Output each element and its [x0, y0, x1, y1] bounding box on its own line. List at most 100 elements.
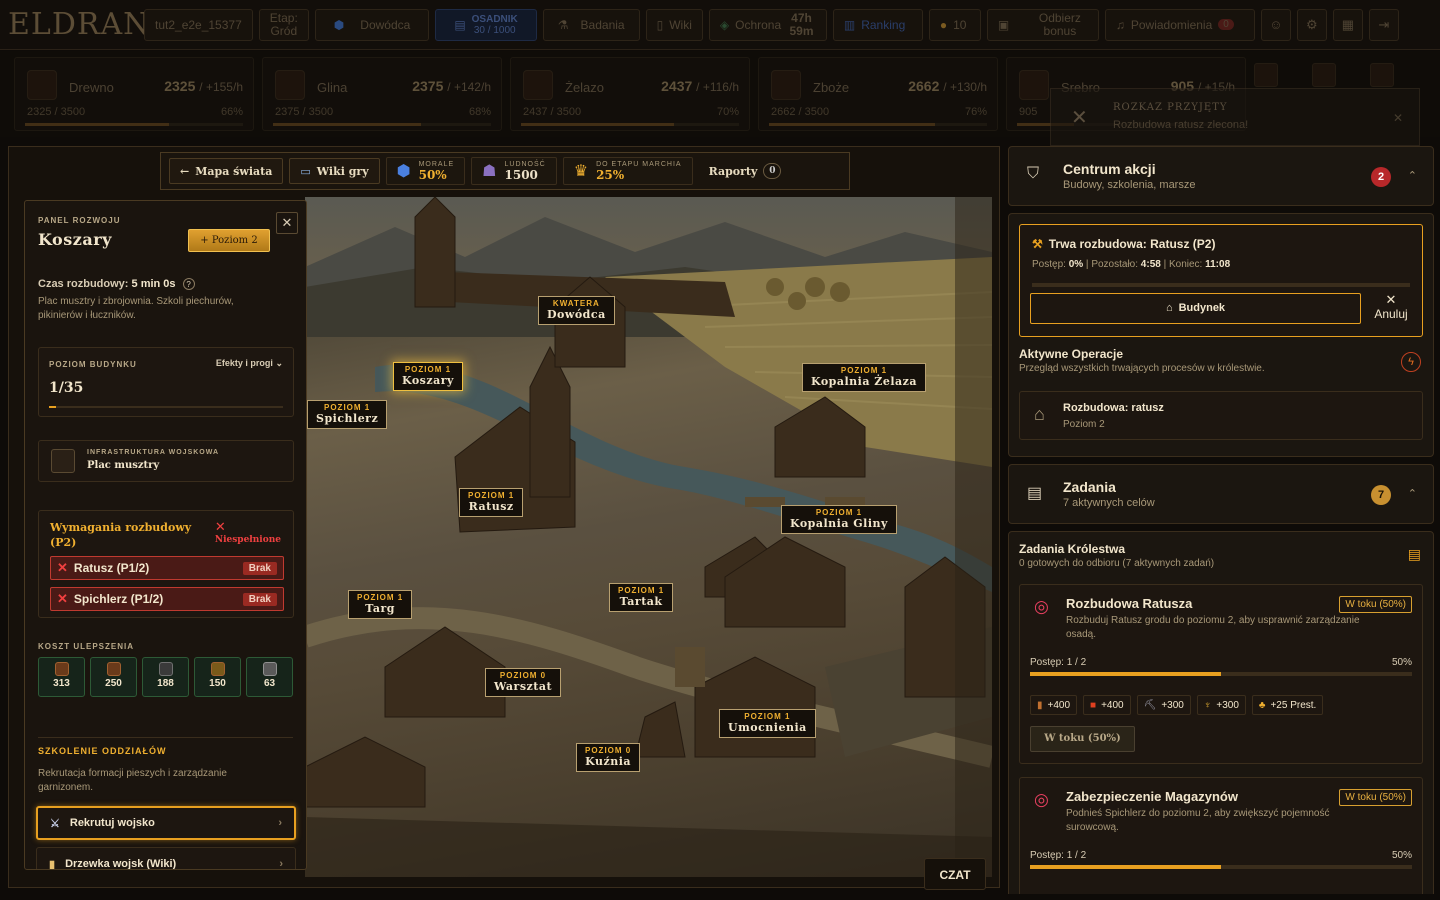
map-label-dowodca[interactable]: KWATERA Dowódca [538, 296, 615, 325]
resource-card: Zboże 2662 / +130/h 2662 / 3500 76% [758, 57, 998, 131]
unit-icon [1370, 63, 1394, 87]
map-label-warsztat[interactable]: POZIOM 0 Warsztat [485, 668, 562, 697]
chevron-down-icon: ⌄ [275, 358, 283, 368]
map-illustration [305, 197, 992, 877]
construction-box: ⚒ Trwa rozbudowa: Ratusz (P2) Postęp: 0% … [1019, 224, 1423, 337]
action-count: 2 [1371, 167, 1391, 187]
resource-capacity: 2375 / 3500 [275, 106, 334, 118]
notifications-button[interactable]: ♫ Powiadomienia 0 [1104, 8, 1255, 41]
chevron-up-icon: ⌃ [1407, 488, 1417, 500]
chevron-right-icon: › [278, 817, 282, 829]
requirements-box: Wymagania rozbudowy (P2) ✕ Niespełnione … [38, 510, 294, 618]
cancel-button[interactable]: ✕ Anuluj [1368, 293, 1414, 322]
gear-icon[interactable]: ⚙ [1296, 8, 1327, 41]
resource-percent: 66% [220, 106, 243, 118]
operation-item[interactable]: ⌂ Rozbudowa: ratusz Poziom 2 [1019, 391, 1423, 440]
requirement-ratusz: ✕ Ratusz (P1/2) Brak [50, 556, 284, 580]
stage-progress-stat: ♛ DO ETAPU MARCHIA 25% [562, 157, 693, 185]
active-ops-title: Aktywne Operacje [1019, 347, 1124, 361]
building-button[interactable]: ⌂ Budynek [1030, 293, 1361, 324]
gold-badge[interactable]: ● 10 [928, 8, 981, 41]
resource-icon [27, 70, 57, 100]
wiki-button[interactable]: ▯ Wiki [645, 8, 703, 41]
game-logo[interactable]: ELDRAN [8, 7, 149, 42]
map-label-kopalnia-zelaza[interactable]: POZIOM 1 Kopalnia Żelaza [802, 363, 926, 392]
resource-name: Drewno [69, 80, 114, 95]
tasks-body: Zadania Królestwa 0 gotowych do odbioru … [1008, 531, 1434, 894]
order-toast: ✕ ROZKAZ PRZYJĘTY Rozbudowa ratusz zleco… [1050, 88, 1420, 146]
resource-amount: 2437 / +116/h [661, 78, 739, 94]
map-label-kuznia[interactable]: POZIOM 0 Kuźnia [576, 743, 641, 772]
shield-check-icon: ◈ [719, 17, 730, 32]
target-icon: ◎ [1034, 790, 1049, 809]
resource-card: Glina 2375 / +142/h 2375 / 3500 68% [262, 57, 502, 131]
upgrade-level-button[interactable]: + Poziom 2 [188, 229, 270, 252]
bonus-button[interactable]: ▣ Odbierz bonus [986, 8, 1099, 41]
kingdom-tasks-title: Zadania Królestwa [1019, 542, 1126, 556]
task-item: ◎ Zabezpieczenie Magazynów W toku (50%) … [1019, 777, 1423, 894]
recruit-button[interactable]: ⚔ Rekrutuj wojsko › [36, 806, 296, 840]
commander-button[interactable]: ⬢ Dowódca [314, 8, 430, 41]
map-label-tartak[interactable]: POZIOM 1 Tartak [609, 583, 674, 612]
effects-dropdown[interactable]: Efekty i progi ⌄ [216, 358, 283, 369]
map-label-ratusz[interactable]: POZIOM 1 Ratusz [459, 488, 524, 517]
settler-badge[interactable]: ▤ OSADNIK 30 / 1000 [435, 8, 537, 41]
map-label-kopalnia-gliny[interactable]: POZIOM 1 Kopalnia Gliny [781, 505, 897, 534]
tasks-header[interactable]: ▤ Zadania 7 aktywnych celów 7 ⌃ [1008, 464, 1434, 524]
prestige-icon: ♣ [1258, 699, 1266, 711]
scroll-icon: ▤ [1027, 485, 1043, 502]
settlement-map[interactable] [305, 197, 992, 877]
close-icon[interactable]: ✕ [276, 212, 298, 234]
cross-icon: ✕ [214, 519, 226, 534]
action-center-header[interactable]: ⛉ Centrum akcji Budowy, szkolenia, marsz… [1008, 146, 1434, 206]
research-button[interactable]: ⚗ Badania [542, 8, 640, 41]
toast-text: Rozbudowa ratusz zlecona! [1113, 119, 1249, 131]
morale-stat: ⬢ MORALE 50% [385, 157, 466, 185]
build-time: Czas rozbudowy: 5 min 0s ? [38, 278, 195, 290]
construction-progress-bar [1032, 283, 1410, 287]
troop-tree-button[interactable]: ▮ Drzewka wojsk (Wiki) › [36, 847, 296, 870]
help-icon[interactable]: ? [182, 278, 195, 290]
chevron-right-icon: › [279, 858, 283, 870]
task-status-badge: W toku (50%) [1339, 789, 1412, 806]
resource-bar [25, 123, 243, 126]
resource-bar-fill [25, 123, 169, 126]
unit-icon [1254, 63, 1278, 87]
resource-icon [275, 70, 305, 100]
chevron-up-icon: ⌃ [1407, 170, 1417, 182]
ranking-button[interactable]: ▥ Ranking [832, 8, 923, 41]
map-nav-bar: ← Mapa świata ▭ Wiki gry ⬢ MORALE 50% ☗ LUD… [160, 152, 850, 190]
cost-grain: 150 [194, 657, 241, 697]
chat-button[interactable]: CZAT [924, 858, 986, 890]
building-description: Plac musztry i zbrojownia. Szkoli piechu… [38, 296, 234, 321]
profile-icon[interactable]: ☺ [1260, 8, 1291, 41]
people-icon: ☗ [482, 163, 497, 180]
resource-bar-fill [273, 123, 422, 126]
resource-percent: 70% [716, 106, 739, 118]
task-rewards: ▮ +400 ■ +400 ⛏ +300 ♆ +300 ♣ +25 Prest. [1030, 695, 1324, 715]
resource-amount: 2662 / +130/h [908, 78, 987, 94]
active-ops-subtitle: Przegląd wszystkich trwających procesów … [1019, 363, 1265, 374]
infrastructure-box[interactable]: INFRASTRUKTURA WOJSKOWA Plac musztry [38, 440, 294, 482]
map-label-spichlerz[interactable]: POZIOM 1 Spichlerz [307, 400, 388, 429]
world-map-button[interactable]: ← Mapa świata [169, 158, 284, 184]
crossed-swords-icon: ✕ [1071, 107, 1088, 129]
reports-button[interactable]: Raporty 0 [699, 158, 792, 184]
scroll-icon: ▤ [454, 17, 466, 32]
logout-icon[interactable]: ⇥ [1368, 8, 1399, 41]
clay-icon: ■ [1090, 699, 1097, 711]
resource-percent: 68% [468, 106, 491, 118]
map-label-koszary[interactable]: POZIOM 1 Koszary [393, 362, 463, 391]
protection-badge[interactable]: ◈ Ochrona 47h 59m [708, 8, 827, 41]
task-progress-button[interactable]: W toku (50%) [1030, 726, 1135, 752]
toast-close-icon[interactable]: ✕ [1393, 111, 1403, 125]
map-label-umocnienia[interactable]: POZIOM 1 Umocnienia [719, 709, 816, 738]
divider [38, 737, 293, 738]
pickaxe-icon: ⛏ [1143, 699, 1157, 711]
task-progress-bar [1030, 865, 1412, 869]
wiki-game-button[interactable]: ▭ Wiki gry [289, 158, 380, 184]
clipboard-icon[interactable]: ▦ [1332, 8, 1363, 41]
map-label-targ[interactable]: POZIOM 1 Targ [348, 590, 413, 619]
cross-icon: ✕ [57, 560, 68, 575]
reward-grain: ♆ +300 [1196, 695, 1246, 715]
